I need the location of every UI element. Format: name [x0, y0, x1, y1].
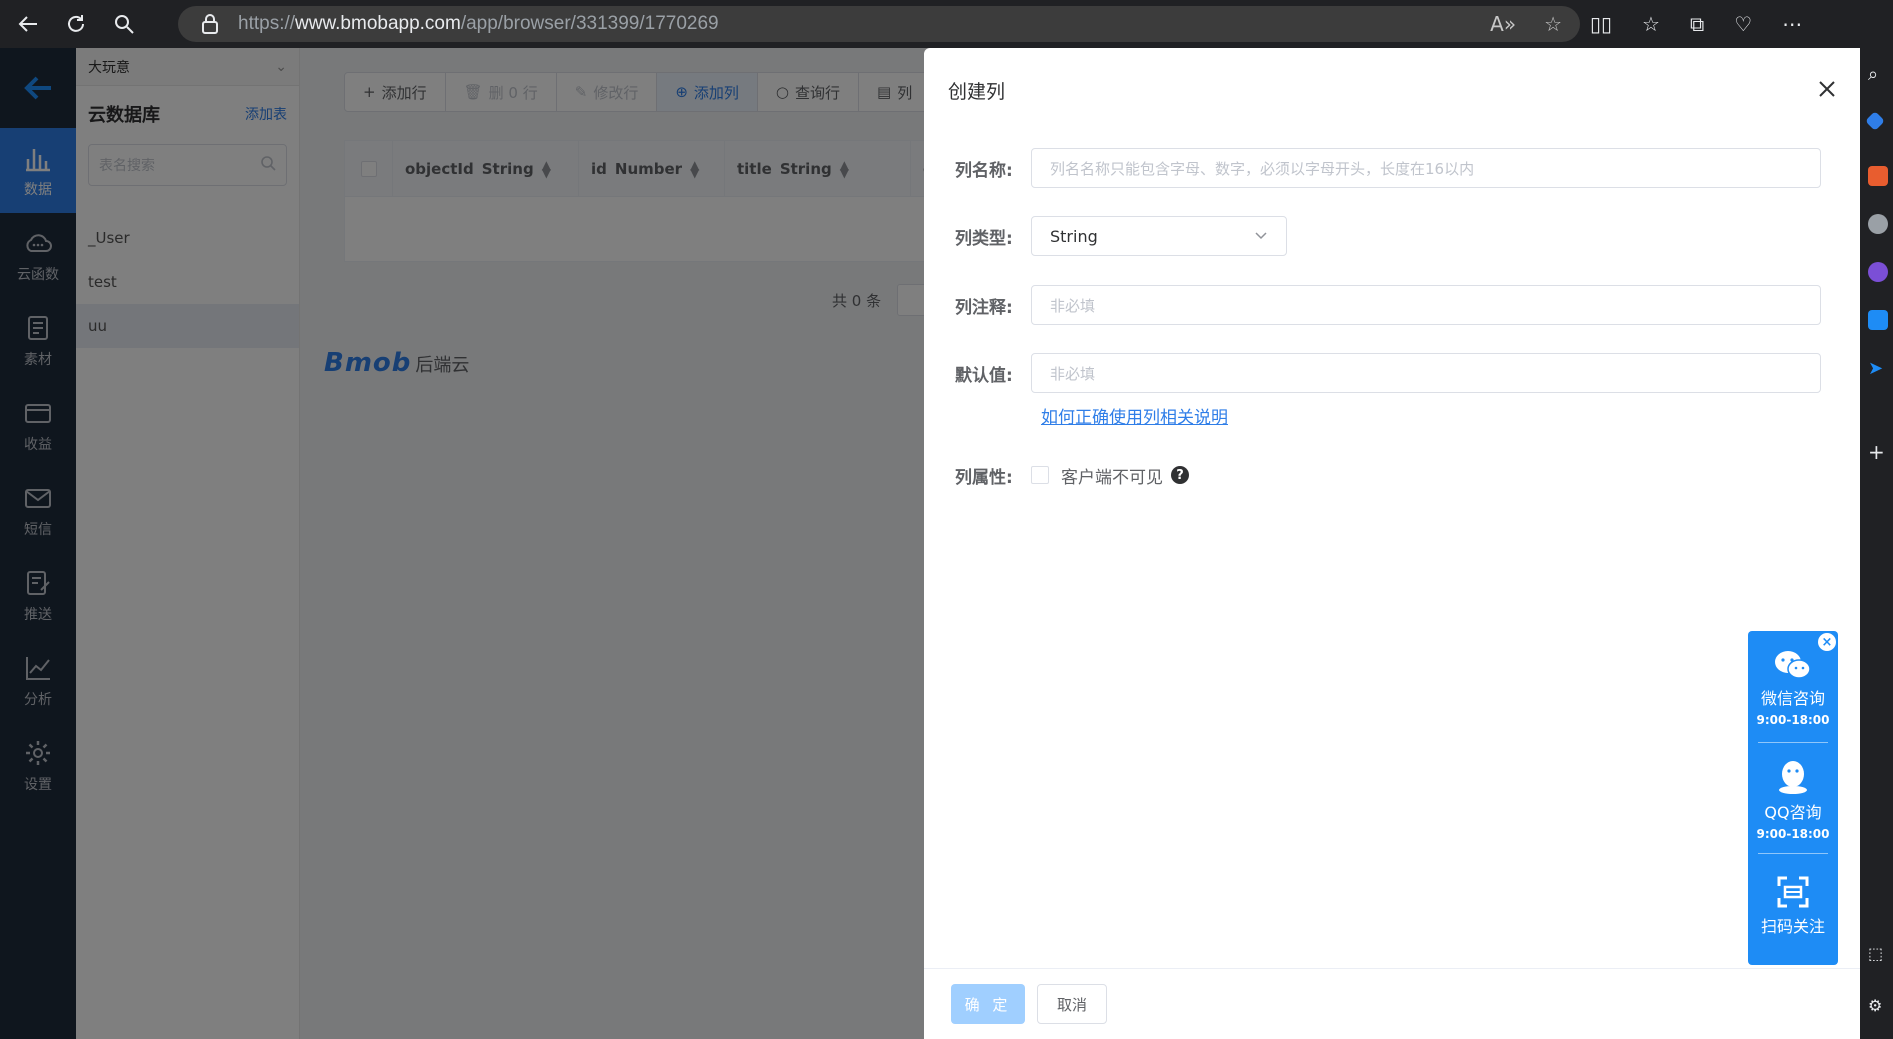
chevron-down-icon [1255, 232, 1267, 240]
gear-icon[interactable]: ⚙ [1868, 996, 1888, 1016]
cancel-button[interactable]: 取消 [1037, 984, 1107, 1024]
consult-widget: × 微信咨询 9:00-18:00 QQ咨询 9:00-18:00 扫码关注 [1748, 631, 1838, 965]
search-icon[interactable] [104, 4, 144, 44]
form-row-comment: 列注释: 非必填 [955, 285, 1821, 325]
person-icon[interactable] [1868, 214, 1888, 234]
column-help-link[interactable]: 如何正确使用列相关说明 [1041, 403, 1228, 428]
create-column-drawer: 创建列 列名称: 列名名称只能包含字母、数字，必须以字母开头，长度在16以内 列… [924, 48, 1861, 1039]
outlook-icon[interactable] [1868, 310, 1888, 330]
office-icon[interactable] [1868, 262, 1888, 282]
scan-follow[interactable]: 扫码关注 [1748, 875, 1838, 937]
wechat-consult[interactable]: 微信咨询 9:00-18:00 [1748, 649, 1838, 727]
address-bar[interactable]: https://www.bmobapp.com/app/browser/3313… [178, 6, 1580, 42]
browser-sidebar: ⌕ ➤ + ⬚ ⚙ [1860, 48, 1893, 1039]
column-comment-input[interactable]: 非必填 [1031, 285, 1821, 325]
read-aloud-icon[interactable]: A» [1490, 12, 1516, 36]
default-value-input[interactable]: 非必填 [1031, 353, 1821, 393]
qq-consult[interactable]: QQ咨询 9:00-18:00 [1748, 759, 1838, 841]
lock-icon[interactable] [200, 14, 220, 34]
browser-toolbar: https://www.bmobapp.com/app/browser/3313… [0, 0, 1893, 48]
qq-icon [1779, 761, 1807, 794]
copilot-icon[interactable] [1865, 111, 1885, 131]
wechat-icon [1775, 651, 1811, 679]
collections-icon[interactable]: ⧉ [1690, 12, 1704, 36]
back-arrow-icon[interactable] [8, 4, 48, 44]
column-type-select[interactable]: String [1031, 216, 1287, 256]
question-icon[interactable]: ? [1171, 466, 1189, 484]
favorite-star-icon[interactable]: ☆ [1544, 12, 1562, 36]
search-icon[interactable]: ⌕ [1868, 64, 1888, 85]
column-name-input[interactable]: 列名名称只能包含字母、数字，必须以字母开头，长度在16以内 [1031, 148, 1821, 188]
form-row-name: 列名称: 列名名称只能包含字母、数字，必须以字母开头，长度在16以内 [955, 148, 1821, 188]
screenshot-icon[interactable]: ⬚ [1868, 944, 1888, 964]
tools-icon[interactable] [1868, 166, 1888, 186]
url-text[interactable]: https://www.bmobapp.com/app/browser/3313… [238, 13, 719, 35]
favorites-icon[interactable]: ☆ [1642, 12, 1660, 36]
drawer-title: 创建列 [948, 80, 1006, 103]
reload-icon[interactable] [56, 4, 96, 44]
drawer-footer: 确 定 取消 [924, 968, 1861, 1039]
split-screen-icon[interactable]: ▯▯ [1590, 12, 1612, 36]
form-row-type: 列类型: String [955, 216, 1287, 256]
form-row-attr: 列属性: 客户端不可见 ? [955, 460, 1189, 490]
add-icon[interactable]: + [1868, 440, 1888, 464]
form-row-default: 默认值: 非必填 [955, 353, 1821, 393]
more-menu-icon[interactable]: ⋯ [1782, 12, 1802, 36]
scan-icon [1777, 876, 1809, 908]
close-icon[interactable] [1817, 75, 1837, 105]
client-invisible-checkbox[interactable]: 客户端不可见 [1031, 463, 1163, 488]
confirm-button[interactable]: 确 定 [951, 984, 1025, 1024]
health-icon[interactable]: ♡ [1734, 12, 1752, 36]
send-icon[interactable]: ➤ [1868, 358, 1888, 379]
